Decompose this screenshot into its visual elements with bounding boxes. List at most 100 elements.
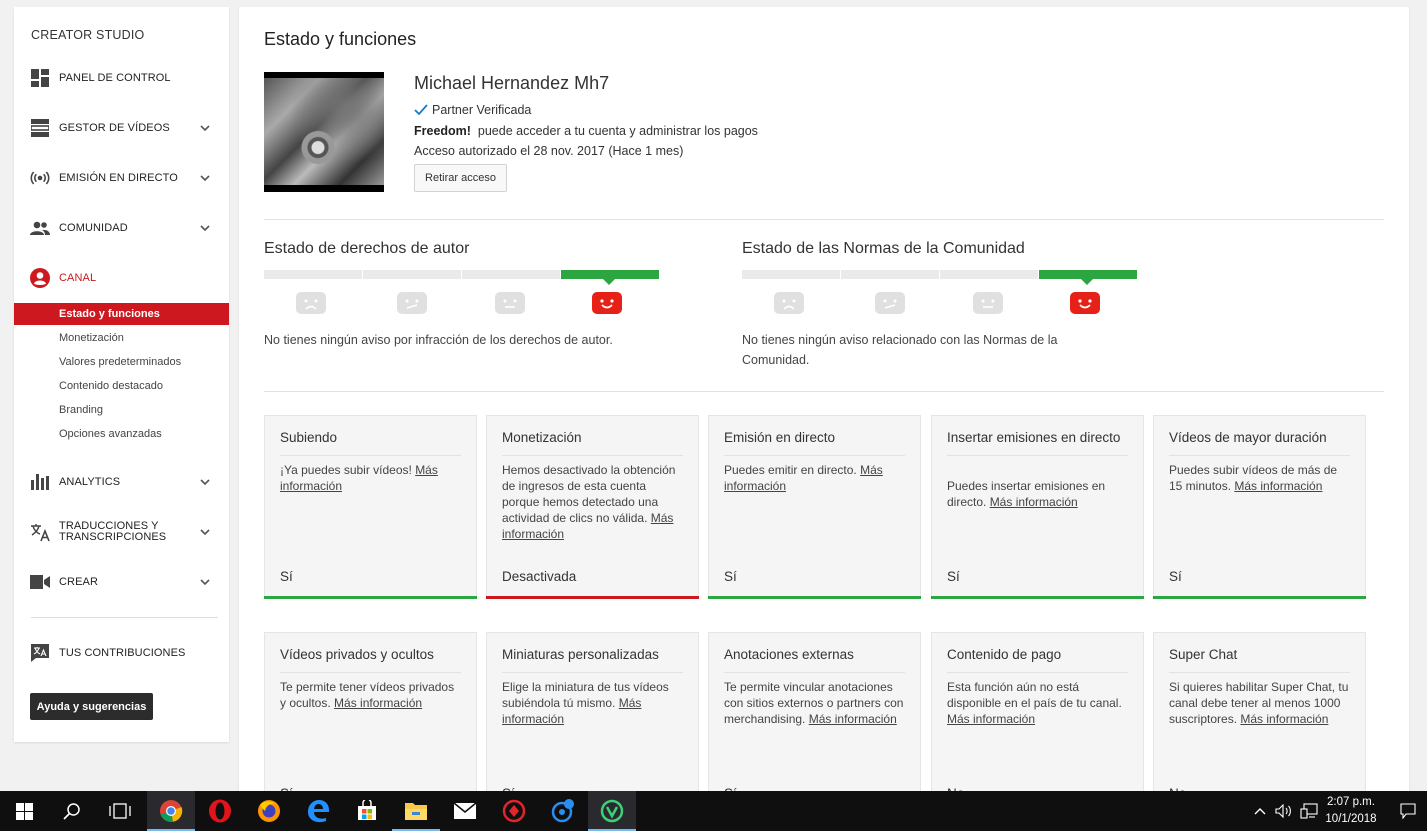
subnav-valores-predeterminados[interactable]: Valores predeterminados <box>14 351 229 373</box>
card-status: Sí <box>724 569 737 584</box>
subnav-opciones-avanzadas[interactable]: Opciones avanzadas <box>14 423 229 445</box>
chevron-down-icon[interactable] <box>199 576 211 588</box>
status-bar-ok <box>1153 596 1366 599</box>
card-description: Te permite vincular anotaciones con siti… <box>724 680 904 726</box>
chevron-up-icon[interactable] <box>1250 791 1270 831</box>
nav-label: CREAR <box>59 575 99 588</box>
help-feedback-button[interactable]: Ayuda y sugerencias <box>30 693 153 720</box>
video-manager-icon <box>30 118 50 138</box>
store-icon[interactable] <box>343 791 391 831</box>
more-info-link[interactable]: Más información <box>1240 712 1328 726</box>
nav-gestor-de-videos[interactable]: GESTOR DE VÍDEOS <box>14 113 229 143</box>
card-title: Miniaturas personalizadas <box>502 647 683 673</box>
chevron-down-icon[interactable] <box>199 222 211 234</box>
card-description: Puedes emitir en directo. Más informació… <box>724 463 883 493</box>
nav-traducciones[interactable]: TRADUCCIONES Y TRANSCRIPCIONES <box>14 517 229 547</box>
card-title: Emisión en directo <box>724 430 905 456</box>
nav-tus-contribuciones[interactable]: TUS CONTRIBUCIONES <box>14 638 229 668</box>
revoke-access-button[interactable]: Retirar acceso <box>414 164 507 192</box>
nav-label: ANALYTICS <box>59 475 121 488</box>
chevron-down-icon[interactable] <box>199 122 211 134</box>
card-title: Vídeos privados y ocultos <box>280 647 461 673</box>
nav-canal[interactable]: CANAL <box>14 263 229 293</box>
card-title: Vídeos de mayor duración <box>1169 430 1350 456</box>
system-clock[interactable]: 2:07 p.m. 10/1/2018 <box>1321 794 1381 828</box>
card-description: Elige la miniatura de tus vídeos subiénd… <box>502 680 669 726</box>
windows-start-icon[interactable] <box>0 791 48 831</box>
app-green-icon[interactable] <box>588 791 636 831</box>
card-title: Super Chat <box>1169 647 1350 673</box>
access-date: Acceso autorizado el 28 nov. 2017 (Hace … <box>414 144 684 158</box>
card-description: Puedes subir vídeos de más de 15 minutos… <box>1169 463 1338 493</box>
community-status-line1: No tienes ningún aviso relacionado con l… <box>742 333 1058 347</box>
sidebar: CREATOR STUDIO PANEL DE CONTROL GESTOR D… <box>14 7 229 742</box>
meter-segment <box>264 270 362 279</box>
status-bar-ok <box>264 596 477 599</box>
chevron-down-icon[interactable] <box>199 172 211 184</box>
nav-label: COMUNIDAD <box>59 221 128 234</box>
meter-segment-active <box>561 270 659 285</box>
card-description: Esta función aún no está disponible en e… <box>947 680 1122 726</box>
notifications-icon[interactable] <box>1396 791 1420 831</box>
channel-avatar[interactable] <box>264 72 384 192</box>
meter-segment <box>462 270 560 279</box>
card-title: Contenido de pago <box>947 647 1128 673</box>
chevron-down-icon[interactable] <box>199 526 211 538</box>
copyright-status-text: No tienes ningún aviso por infracción de… <box>264 333 613 347</box>
card-description: ¡Ya puedes subir vídeos! Más información <box>280 463 438 493</box>
more-info-link[interactable]: Más información <box>334 696 422 710</box>
feature-card-miniaturas: Miniaturas personalizadas Elige la minia… <box>486 632 699 797</box>
feature-card-insertar-emisiones: Insertar emisiones en directo Puedes ins… <box>931 415 1144 599</box>
neutral-face-icon <box>973 292 1003 314</box>
edge-icon[interactable] <box>294 791 342 831</box>
more-info-link[interactable]: Más información <box>990 495 1078 509</box>
nav-crear[interactable]: CREAR <box>14 567 229 597</box>
nav-comunidad[interactable]: COMUNIDAD <box>14 213 229 243</box>
more-info-link[interactable]: Más información <box>947 712 1035 726</box>
firefox-icon[interactable] <box>245 791 293 831</box>
nav-analytics[interactable]: ANALYTICS <box>14 467 229 497</box>
channel-icon <box>30 268 50 288</box>
status-bar-off <box>486 596 699 599</box>
studio-title: CREATOR STUDIO <box>31 28 145 42</box>
network-icon[interactable] <box>1298 791 1320 831</box>
subnav-estado-y-funciones[interactable]: Estado y funciones <box>14 303 229 325</box>
nav-label: PANEL DE CONTROL <box>59 71 171 84</box>
volume-icon[interactable] <box>1273 791 1295 831</box>
sad-face-icon <box>774 292 804 314</box>
clock-time: 2:07 p.m. <box>1327 796 1375 808</box>
copyright-meter <box>264 270 660 285</box>
task-view-icon[interactable] <box>96 791 144 831</box>
meter-segment <box>841 270 939 279</box>
app-red-icon[interactable] <box>490 791 538 831</box>
search-icon[interactable] <box>48 791 96 831</box>
camera-icon <box>30 572 50 592</box>
nav-emision-en-directo[interactable]: EMISIÓN EN DIRECTO <box>14 163 229 193</box>
meter-segment <box>742 270 840 279</box>
more-info-link[interactable]: Más información <box>809 712 897 726</box>
app-blue-icon[interactable] <box>539 791 587 831</box>
community-icon <box>30 218 50 238</box>
mail-icon[interactable] <box>441 791 489 831</box>
card-title: Insertar emisiones en directo <box>947 430 1128 456</box>
more-info-link[interactable]: Más información <box>1234 479 1322 493</box>
card-status: Sí <box>280 569 293 584</box>
chevron-down-icon[interactable] <box>199 476 211 488</box>
subnav-branding[interactable]: Branding <box>14 399 229 421</box>
skeptical-face-icon <box>397 292 427 314</box>
chrome-icon[interactable] <box>147 791 195 831</box>
partner-label: Partner Verificada <box>432 103 532 117</box>
file-explorer-icon[interactable] <box>392 791 440 831</box>
opera-icon[interactable] <box>196 791 244 831</box>
card-status: Desactivada <box>502 569 577 584</box>
card-title: Subiendo <box>280 430 461 456</box>
translate-icon <box>30 522 50 542</box>
partner-access-description: puede acceder a tu cuenta y administrar … <box>477 124 758 138</box>
subnav-contenido-destacado[interactable]: Contenido destacado <box>14 375 229 397</box>
feature-card-videos-mayor-duracion: Vídeos de mayor duración Puedes subir ví… <box>1153 415 1366 599</box>
nav-panel-de-control[interactable]: PANEL DE CONTROL <box>14 63 229 93</box>
subnav-monetizacion[interactable]: Monetización <box>14 327 229 349</box>
divider <box>264 219 1384 220</box>
neutral-face-icon <box>495 292 525 314</box>
nav-label: TUS CONTRIBUCIONES <box>59 646 186 659</box>
